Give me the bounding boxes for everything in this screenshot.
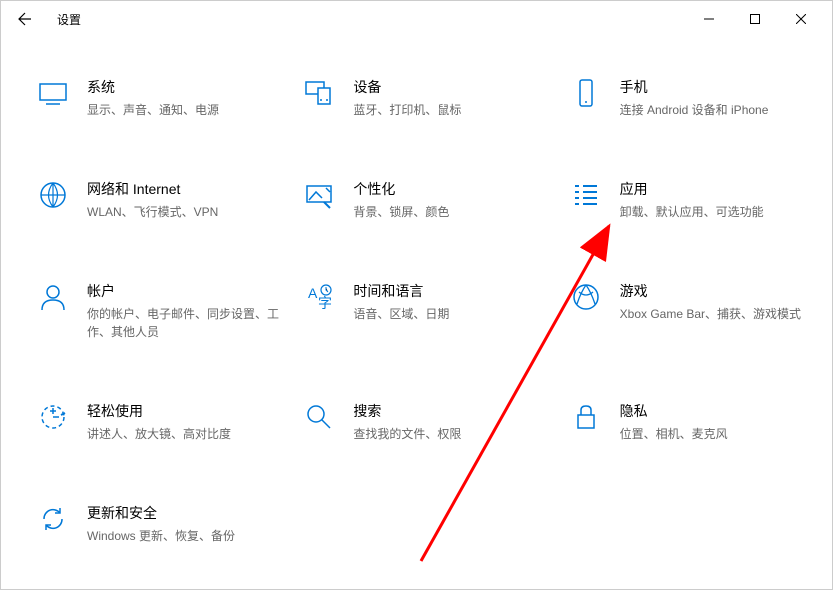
privacy-icon: [570, 401, 602, 433]
tile-privacy[interactable]: 隐私 位置、相机、麦克风: [570, 401, 812, 443]
tile-desc: 讲述人、放大镜、高对比度: [87, 425, 279, 443]
tile-desc: 位置、相机、麦克风: [620, 425, 812, 443]
search-icon: [303, 401, 335, 433]
svg-text:A: A: [308, 285, 318, 301]
tile-desc: 语音、区域、日期: [353, 305, 545, 323]
tile-desc: 背景、锁屏、颜色: [353, 203, 545, 221]
tile-text: 游戏 Xbox Game Bar、捕获、游戏模式: [620, 281, 812, 323]
tile-desc: 蓝牙、打印机、鼠标: [353, 101, 545, 119]
window-title: 设置: [57, 11, 81, 28]
tile-text: 更新和安全 Windows 更新、恢复、备份: [87, 503, 279, 545]
tile-title: 应用: [620, 179, 812, 199]
accounts-icon: [37, 281, 69, 313]
tile-text: 搜索 查找我的文件、权限: [353, 401, 545, 443]
tile-title: 设备: [353, 77, 545, 97]
tile-title: 系统: [87, 77, 279, 97]
window-controls: [686, 3, 824, 35]
time-language-icon: A字: [303, 281, 335, 313]
tile-search[interactable]: 搜索 查找我的文件、权限: [303, 401, 545, 443]
tile-network[interactable]: 网络和 Internet WLAN、飞行模式、VPN: [37, 179, 279, 221]
phone-icon: [570, 77, 602, 109]
tile-title: 网络和 Internet: [87, 179, 279, 199]
arrow-left-icon: [17, 11, 33, 27]
tile-text: 个性化 背景、锁屏、颜色: [353, 179, 545, 221]
tile-title: 游戏: [620, 281, 812, 301]
tile-desc: 查找我的文件、权限: [353, 425, 545, 443]
tile-apps[interactable]: 应用 卸载、默认应用、可选功能: [570, 179, 812, 221]
update-icon: [37, 503, 69, 535]
tile-title: 搜索: [353, 401, 545, 421]
close-icon: [796, 14, 806, 24]
tile-desc: 显示、声音、通知、电源: [87, 101, 279, 119]
settings-grid: 系统 显示、声音、通知、电源 设备 蓝牙、打印机、鼠标 手机 连接 Androi…: [1, 37, 832, 565]
maximize-button[interactable]: [732, 3, 778, 35]
minimize-button[interactable]: [686, 3, 732, 35]
tile-text: 轻松使用 讲述人、放大镜、高对比度: [87, 401, 279, 443]
tile-text: 隐私 位置、相机、麦克风: [620, 401, 812, 443]
svg-text:字: 字: [318, 295, 332, 311]
tile-time-language[interactable]: A字 时间和语言 语音、区域、日期: [303, 281, 545, 341]
tile-devices[interactable]: 设备 蓝牙、打印机、鼠标: [303, 77, 545, 119]
personalization-icon: [303, 179, 335, 211]
ease-of-access-icon: [37, 401, 69, 433]
tile-system[interactable]: 系统 显示、声音、通知、电源: [37, 77, 279, 119]
tile-title: 个性化: [353, 179, 545, 199]
tile-text: 应用 卸载、默认应用、可选功能: [620, 179, 812, 221]
tile-text: 网络和 Internet WLAN、飞行模式、VPN: [87, 179, 279, 221]
tile-desc: Windows 更新、恢复、备份: [87, 527, 279, 545]
tile-desc: WLAN、飞行模式、VPN: [87, 203, 279, 221]
tile-text: 帐户 你的帐户、电子邮件、同步设置、工作、其他人员: [87, 281, 279, 341]
tile-phone[interactable]: 手机 连接 Android 设备和 iPhone: [570, 77, 812, 119]
tile-text: 设备 蓝牙、打印机、鼠标: [353, 77, 545, 119]
close-button[interactable]: [778, 3, 824, 35]
system-icon: [37, 77, 69, 109]
tile-title: 时间和语言: [353, 281, 545, 301]
tile-personalization[interactable]: 个性化 背景、锁屏、颜色: [303, 179, 545, 221]
minimize-icon: [704, 14, 714, 24]
apps-icon: [570, 179, 602, 211]
tile-title: 手机: [620, 77, 812, 97]
tile-update-security[interactable]: 更新和安全 Windows 更新、恢复、备份: [37, 503, 279, 545]
tile-title: 隐私: [620, 401, 812, 421]
tile-title: 更新和安全: [87, 503, 279, 523]
tile-gaming[interactable]: 游戏 Xbox Game Bar、捕获、游戏模式: [570, 281, 812, 341]
tile-title: 轻松使用: [87, 401, 279, 421]
tile-text: 手机 连接 Android 设备和 iPhone: [620, 77, 812, 119]
maximize-icon: [750, 14, 760, 24]
tile-title: 帐户: [87, 281, 279, 301]
tile-desc: 你的帐户、电子邮件、同步设置、工作、其他人员: [87, 305, 279, 341]
network-icon: [37, 179, 69, 211]
tile-text: 系统 显示、声音、通知、电源: [87, 77, 279, 119]
gaming-icon: [570, 281, 602, 313]
devices-icon: [303, 77, 335, 109]
titlebar: 设置: [1, 1, 832, 37]
tile-ease-of-access[interactable]: 轻松使用 讲述人、放大镜、高对比度: [37, 401, 279, 443]
tile-desc: 连接 Android 设备和 iPhone: [620, 101, 812, 119]
tile-accounts[interactable]: 帐户 你的帐户、电子邮件、同步设置、工作、其他人员: [37, 281, 279, 341]
back-button[interactable]: [9, 3, 41, 35]
tile-desc: 卸载、默认应用、可选功能: [620, 203, 812, 221]
tile-text: 时间和语言 语音、区域、日期: [353, 281, 545, 323]
tile-desc: Xbox Game Bar、捕获、游戏模式: [620, 305, 812, 323]
